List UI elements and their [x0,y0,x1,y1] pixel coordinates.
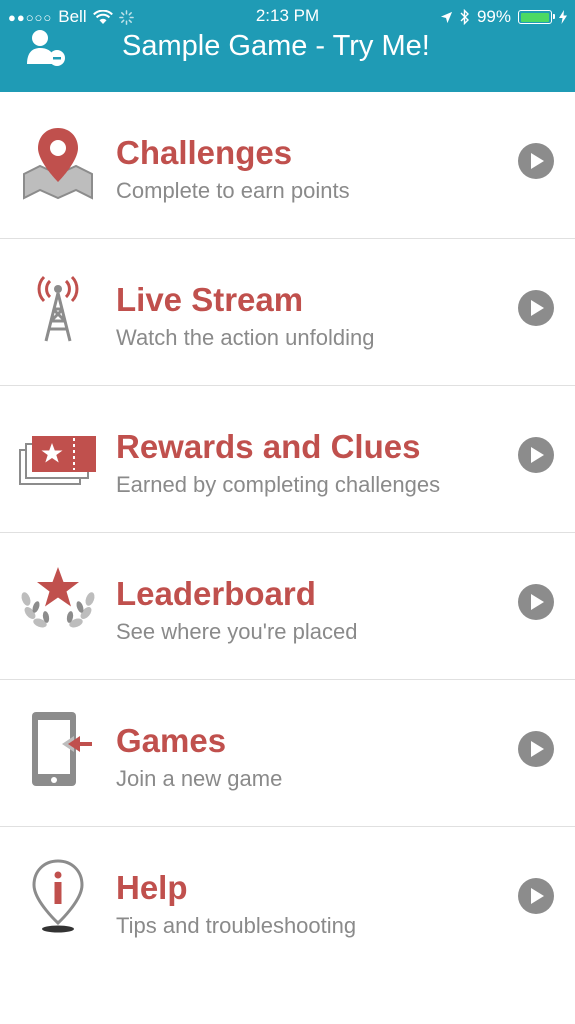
map-pin-icon [23,128,93,200]
menu-item-subtitle: Complete to earn points [116,178,350,203]
menu-item-leaderboard[interactable]: Leaderboard See where you're placed [0,533,575,680]
broadcast-tower-icon [37,275,79,342]
menu-item-live-stream[interactable]: Live Stream Watch the action unfolding [0,239,575,386]
menu-item-subtitle: Tips and troubleshooting [116,913,357,938]
menu-item-challenges[interactable]: Challenges Complete to earn points [0,92,575,239]
status-right: 99% [440,7,567,27]
play-arrow-icon[interactable] [517,289,555,327]
menu-item-subtitle: Watch the action unfolding [116,325,375,350]
play-arrow-icon[interactable] [517,436,555,474]
menu-item-title: Rewards and Clues [116,428,421,465]
phone-enter-icon [32,712,92,786]
battery-icon [518,10,555,24]
menu-item-rewards-and-clues[interactable]: Rewards and Clues Earned by completing c… [0,386,575,533]
status-bar: ●●○○○ Bell 2:13 PM 99% [0,0,575,32]
charging-bolt-icon [559,10,567,24]
menu-item-subtitle: Earned by completing challenges [116,472,441,497]
menu-item-title: Leaderboard [116,575,316,612]
main-menu: Challenges Complete to earn points Live … [0,92,575,974]
menu-item-subtitle: Join a new game [116,766,283,791]
menu-item-help[interactable]: Help Tips and troubleshooting [0,827,575,974]
menu-item-title: Challenges [116,134,293,171]
menu-item-games[interactable]: Games Join a new game [0,680,575,827]
menu-item-subtitle: See where you're placed [116,619,358,644]
location-arrow-icon [440,11,453,23]
ticket-star-icon [19,436,96,485]
battery-level-fill [520,12,550,22]
info-pin-icon [32,859,84,933]
battery-percent: 99% [476,7,511,26]
menu-item-title: Help [116,869,188,906]
user-profile-icon[interactable] [24,26,68,70]
laurel-star-icon [21,567,95,628]
bluetooth-icon [460,9,469,25]
menu-item-title: Games [116,722,227,759]
play-arrow-icon[interactable] [517,877,555,915]
play-arrow-icon[interactable] [517,142,555,180]
app-header: ●●○○○ Bell 2:13 PM 99% Sample Game - Try… [0,0,575,92]
page-title: Sample Game - Try Me! [122,30,430,62]
menu-item-title: Live Stream [116,281,304,318]
play-arrow-icon[interactable] [517,583,555,621]
play-arrow-icon[interactable] [517,730,555,768]
